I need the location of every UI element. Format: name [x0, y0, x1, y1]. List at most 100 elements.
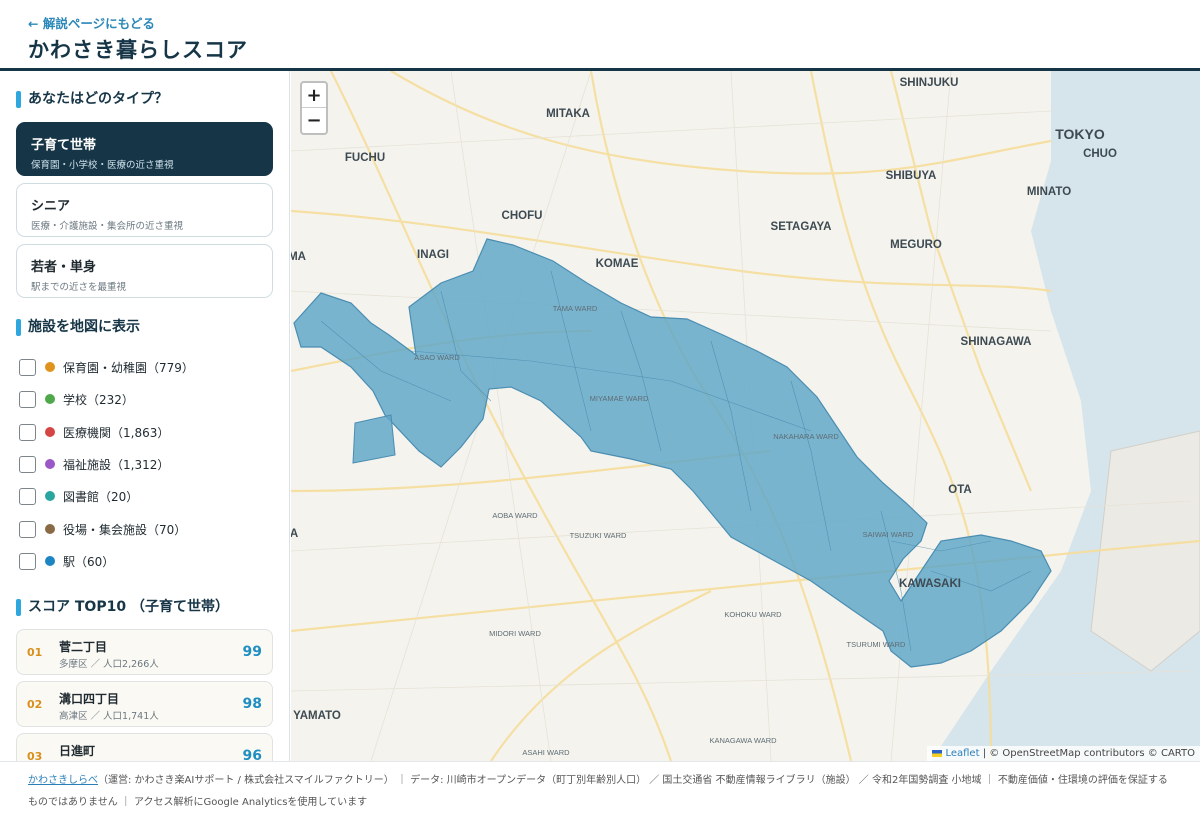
ward-label: ASAO WARD: [414, 353, 460, 362]
facility-label: 学校（232）: [63, 392, 134, 407]
map-label: MEGURO: [890, 239, 942, 251]
map-label: OTA: [948, 484, 971, 496]
nursery-dot-icon: [45, 362, 55, 372]
ranking-item[interactable]: 03 日進町 96: [16, 733, 273, 761]
map-label: TOKYO: [1055, 126, 1105, 142]
ward-label: KOHOKU WARD: [724, 610, 782, 619]
score: 99: [242, 644, 262, 660]
facility-toggle-medical[interactable]: 医療機関（1,863）: [19, 422, 169, 442]
ukraine-flag-icon: [932, 749, 943, 757]
zoom-in-button[interactable]: +: [302, 83, 326, 108]
footer-brand-link[interactable]: かわさきしらべ: [28, 775, 98, 786]
map-canvas[interactable]: SHINJUKU MITAKA FUCHU CHOFU INAGI KOMAE …: [291, 71, 1200, 761]
map-label: MINATO: [1027, 186, 1071, 198]
checkbox[interactable]: [19, 520, 36, 538]
area-name: 溝口四丁目: [59, 692, 120, 706]
map-label: SHIBUYA: [886, 170, 937, 182]
facility-toggle-nursery[interactable]: 保育園・幼稚園（779）: [19, 357, 194, 377]
type-title: 子育て世帯: [31, 138, 97, 153]
facility-label: 保育園・幼稚園（779）: [63, 360, 194, 375]
checkbox[interactable]: [19, 455, 36, 473]
ranking-item[interactable]: 02 溝口四丁目 高津区 ／ 人口1,741人 98: [16, 681, 273, 727]
school-dot-icon: [45, 394, 55, 404]
rank-number: 02: [27, 698, 43, 711]
facility-label: 福祉施設（1,312）: [63, 457, 170, 472]
type-title: シニア: [31, 199, 71, 214]
page-title: かわさき暮らしスコア: [28, 38, 248, 62]
ward-label: MIYAMAE WARD: [590, 394, 649, 403]
map-label: CHOFU: [502, 210, 543, 222]
header: ← 解説ページにもどる かわさき暮らしスコア: [0, 0, 1200, 71]
leaflet-link[interactable]: Leaflet: [945, 748, 979, 759]
rank-number: 03: [27, 750, 43, 761]
map-label: INAGI: [417, 249, 449, 261]
map-label: A: [291, 528, 298, 540]
facility-toggle-station[interactable]: 駅（60）: [19, 551, 114, 571]
map-label: KOMAE: [596, 258, 639, 270]
map[interactable]: SHINJUKU MITAKA FUCHU CHOFU INAGI KOMAE …: [291, 71, 1200, 761]
zoom-control: + −: [300, 81, 328, 135]
checkbox[interactable]: [19, 423, 36, 441]
facility-label: 医療機関（1,863）: [63, 425, 170, 440]
area-detail: 多摩区 ／ 人口2,266人: [59, 659, 159, 670]
type-card-single[interactable]: 若者・単身 駅までの近さを最重視: [16, 244, 273, 298]
checkbox[interactable]: [19, 552, 36, 570]
station-dot-icon: [45, 556, 55, 566]
checkbox[interactable]: [19, 358, 36, 376]
map-attribution: Leaflet | © OpenStreetMap contributors ©…: [927, 746, 1200, 761]
rank-number: 01: [27, 646, 43, 659]
office-dot-icon: [45, 524, 55, 534]
type-title: 若者・単身: [31, 260, 97, 275]
ranking-section-title: スコア TOP10 （子育て世帯）: [16, 599, 229, 616]
map-label: YAMATO: [293, 710, 341, 722]
area-name: 菅二丁目: [59, 640, 108, 654]
ward-label: SAIWAI WARD: [863, 530, 914, 539]
facility-toggle-library[interactable]: 図書館（20）: [19, 486, 138, 506]
map-label: CHUO: [1083, 148, 1117, 160]
area-detail: 高津区 ／ 人口1,741人: [59, 711, 159, 722]
kawasaki-city-region: [293, 238, 1052, 668]
type-desc: 駅までの近さを最重視: [31, 282, 127, 293]
map-label: MITAKA: [546, 108, 590, 120]
checkbox[interactable]: [19, 390, 36, 408]
map-label: KAWASAKI: [899, 578, 961, 590]
back-link[interactable]: ← 解説ページにもどる: [28, 13, 155, 32]
ward-label: MIDORI WARD: [489, 629, 541, 638]
medical-dot-icon: [45, 427, 55, 437]
score: 98: [242, 696, 262, 712]
facility-section-title: 施設を地図に表示: [16, 319, 140, 336]
type-desc: 医療・介護施設・集会所の近さ重視: [31, 221, 184, 232]
type-card-family[interactable]: 子育て世帯 保育園・小学校・医療の近さ重視: [16, 122, 273, 176]
map-label: SHINAGAWA: [961, 336, 1032, 348]
facility-toggle-welfare[interactable]: 福祉施設（1,312）: [19, 454, 169, 474]
type-desc: 保育園・小学校・医療の近さ重視: [31, 160, 174, 171]
ward-label: ASAHI WARD: [522, 748, 570, 757]
ward-label: KANAGAWA WARD: [709, 736, 777, 745]
checkbox[interactable]: [19, 487, 36, 505]
zoom-out-button[interactable]: −: [302, 108, 326, 133]
type-card-senior[interactable]: シニア 医療・介護施設・集会所の近さ重視: [16, 183, 273, 237]
library-dot-icon: [45, 491, 55, 501]
ward-label: NAKAHARA WARD: [773, 432, 839, 441]
facility-label: 駅（60）: [63, 554, 115, 569]
map-label: SETAGAYA: [771, 221, 832, 233]
ranking-item[interactable]: 01 菅二丁目 多摩区 ／ 人口2,266人 99: [16, 629, 273, 675]
ward-label: TSUZUKI WARD: [570, 531, 627, 540]
sidebar: あなたはどのタイプ？ 子育て世帯 保育園・小学校・医療の近さ重視 シニア 医療・…: [0, 71, 290, 761]
area-name: 日進町: [59, 744, 96, 758]
footer: かわさきしらべ（運営: かわさき楽AIサポート / 株式会社スマイルファクトリー…: [0, 761, 1200, 814]
welfare-dot-icon: [45, 459, 55, 469]
ward-label: TAMA WARD: [553, 304, 598, 313]
facility-label: 図書館（20）: [63, 489, 139, 504]
type-section-title: あなたはどのタイプ？: [16, 91, 168, 108]
isolated-region: [352, 414, 396, 464]
map-label: MA: [291, 251, 306, 263]
attribution-text: | © OpenStreetMap contributors © CARTO: [979, 748, 1195, 759]
facility-toggle-school[interactable]: 学校（232）: [19, 389, 134, 409]
map-label: FUCHU: [345, 152, 385, 164]
ward-label: AOBA WARD: [492, 511, 538, 520]
ward-label: TSURUMI WARD: [847, 640, 906, 649]
score: 96: [242, 748, 262, 761]
facility-toggle-public-office[interactable]: 役場・集会施設（70）: [19, 519, 186, 539]
footer-text: （運営: かわさき楽AIサポート / 株式会社スマイルファクトリー） ｜ データ…: [28, 775, 1168, 808]
